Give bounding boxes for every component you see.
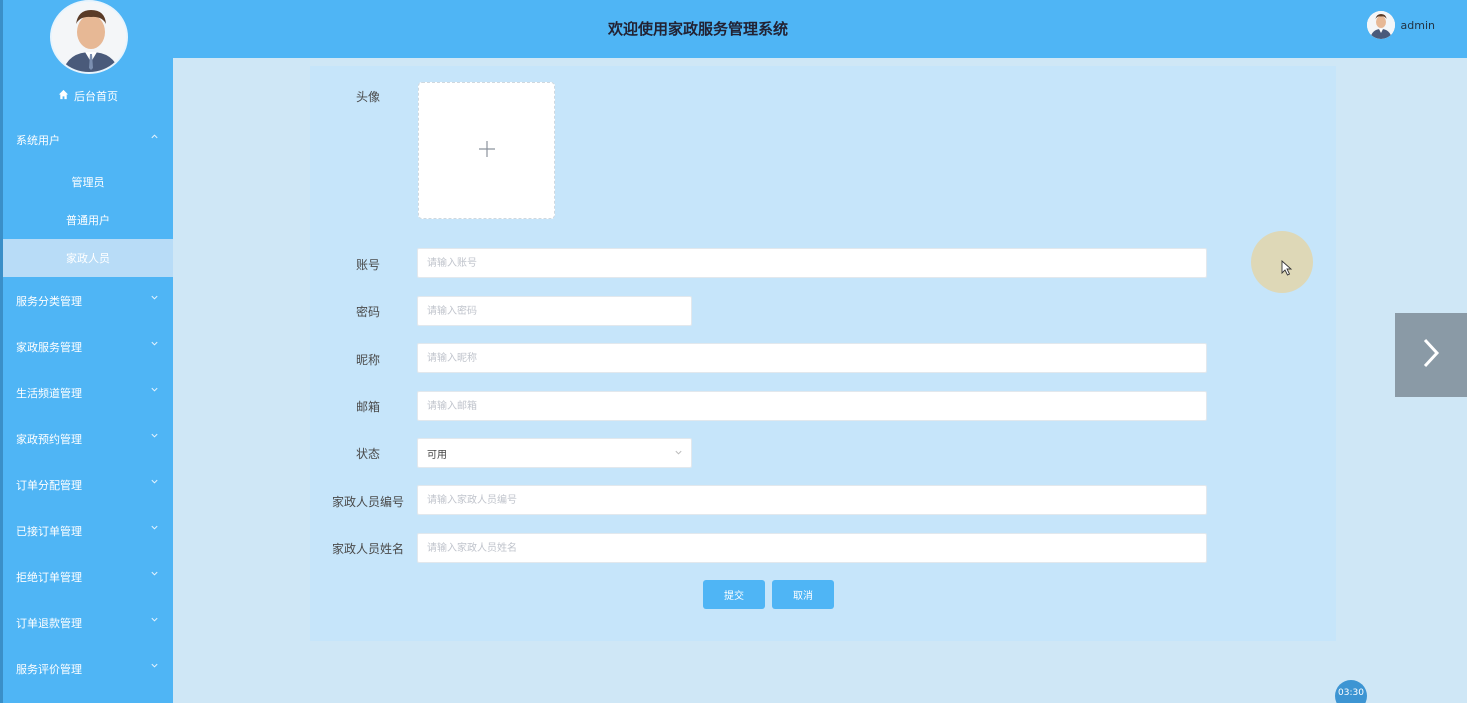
chevron-down-icon [150, 293, 159, 305]
recording-timer: 03:30 [1335, 680, 1367, 703]
avatar-label: 头像 [356, 90, 381, 104]
nickname-input[interactable] [417, 343, 1207, 373]
next-slide-button[interactable] [1395, 313, 1467, 397]
sidebar-group-label: 生活频道管理 [16, 387, 82, 400]
plus-icon [477, 139, 497, 163]
staff-name-input[interactable] [417, 533, 1207, 563]
submit-button[interactable]: 提交 [703, 580, 765, 609]
sidebar-group-life-channel[interactable]: 生活频道管理 [3, 381, 173, 405]
sidebar-item-normal-users[interactable]: 普通用户 [3, 208, 173, 232]
chevron-down-icon [150, 523, 159, 535]
sidebar-group-label: 拒绝订单管理 [16, 571, 82, 584]
account-label: 账号 [356, 258, 381, 272]
chevron-down-icon [150, 615, 159, 627]
mouse-pointer-icon [1281, 259, 1293, 280]
chevron-right-icon [1420, 336, 1442, 374]
cursor-highlight [1251, 231, 1313, 293]
sidebar-item-housekeeping-staff[interactable]: 家政人员 [3, 239, 173, 277]
sidebar-item-admin[interactable]: 管理员 [3, 170, 173, 194]
sidebar-group-refunds[interactable]: 订单退款管理 [3, 611, 173, 635]
sidebar-group-order-assignment[interactable]: 订单分配管理 [3, 473, 173, 497]
chevron-down-icon [150, 569, 159, 581]
email-label: 邮箱 [356, 400, 381, 414]
sidebar-group-system-users[interactable]: 系统用户 [3, 128, 173, 152]
password-label: 密码 [356, 305, 381, 319]
home-icon [58, 89, 69, 103]
status-select-value: 可用 [427, 449, 447, 461]
password-input[interactable] [417, 296, 692, 326]
sidebar-group-reviews[interactable]: 服务评价管理 [3, 657, 173, 681]
chevron-down-icon [150, 477, 159, 489]
sidebar-group-housekeeping-service[interactable]: 家政服务管理 [3, 335, 173, 359]
chevron-down-icon [150, 339, 159, 351]
avatar [1366, 11, 1395, 39]
sidebar-group-label: 服务分类管理 [16, 295, 82, 308]
chevron-down-icon [150, 431, 159, 443]
status-label: 状态 [356, 447, 381, 461]
sidebar-group-label: 系统用户 [16, 134, 60, 147]
chevron-down-icon [674, 448, 683, 459]
sidebar-group-rejected-orders[interactable]: 拒绝订单管理 [3, 565, 173, 589]
sidebar-item-label: 后台首页 [74, 90, 118, 103]
sidebar-group-label: 家政预约管理 [16, 433, 82, 446]
chevron-down-icon [150, 385, 159, 397]
sidebar-group-appointments[interactable]: 家政预约管理 [3, 427, 173, 451]
sidebar-group-label: 订单退款管理 [16, 617, 82, 630]
sidebar-item-home[interactable]: 后台首页 [3, 84, 173, 108]
sidebar-group-service-category[interactable]: 服务分类管理 [3, 289, 173, 313]
staff-no-label: 家政人员编号 [332, 495, 405, 509]
sidebar-group-label: 已接订单管理 [16, 525, 82, 538]
user-menu[interactable]: admin [1366, 11, 1435, 39]
sidebar: 后台首页 系统用户 管理员 普通用户 家政人员 服务分类管理 家政服务管理 生活… [0, 0, 173, 703]
sidebar-item-label: 家政人员 [66, 252, 110, 265]
nickname-label: 昵称 [356, 353, 381, 367]
email-input[interactable] [417, 391, 1207, 421]
avatar-upload[interactable] [418, 82, 555, 219]
sidebar-item-label: 普通用户 [66, 214, 110, 227]
top-header: 欢迎使用家政服务管理系统 admin [173, 0, 1467, 58]
staff-name-label: 家政人员姓名 [332, 542, 405, 556]
sidebar-group-label: 家政服务管理 [16, 341, 82, 354]
account-input[interactable] [417, 248, 1207, 278]
status-select[interactable]: 可用 [417, 438, 692, 468]
sidebar-avatar [50, 0, 128, 74]
sidebar-group-accepted-orders[interactable]: 已接订单管理 [3, 519, 173, 543]
chevron-down-icon [150, 661, 159, 673]
page-title: 欢迎使用家政服务管理系统 [608, 20, 789, 38]
sidebar-group-label: 服务评价管理 [16, 663, 82, 676]
sidebar-group-label: 订单分配管理 [16, 479, 82, 492]
chevron-up-icon [150, 132, 159, 144]
staff-no-input[interactable] [417, 485, 1207, 515]
sidebar-item-label: 管理员 [71, 176, 105, 189]
username: admin [1400, 18, 1435, 32]
cancel-button[interactable]: 取消 [772, 580, 834, 609]
